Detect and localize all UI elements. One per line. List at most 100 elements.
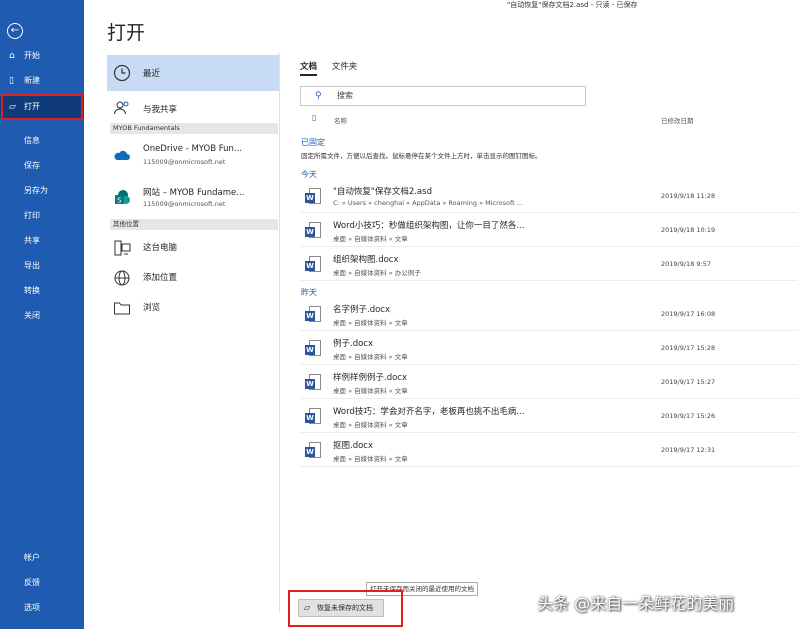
file-path: 桌面 » 自媒体资料 » 文章 <box>333 353 408 361</box>
nav-label: 关闭 <box>24 311 40 320</box>
nav-item-new[interactable]: ▯ 新建 <box>0 70 84 92</box>
location-label: 最近 <box>143 69 161 79</box>
nav-label: 信息 <box>24 136 40 145</box>
nav-item-save[interactable]: 保存 <box>0 155 84 177</box>
onedrive-cloud-icon <box>114 150 130 160</box>
file-name: 样例样例例子.docx <box>333 373 408 383</box>
file-row[interactable]: W 例子.docx 桌面 » 自媒体资料 » 文章 2019/9/17 15:2… <box>300 332 798 365</box>
folder-icon <box>114 302 130 315</box>
word-doc-icon: W <box>305 374 321 392</box>
file-name: 抠图.docx <box>333 441 374 451</box>
nav-label: 共享 <box>24 236 40 245</box>
sharepoint-icon: S <box>115 190 130 205</box>
file-name: Word技巧：学会对齐名字，老板再也挑不出毛病... <box>333 407 525 417</box>
column-date[interactable]: 已修改日期 <box>661 115 694 125</box>
file-row[interactable]: W "自动恢复"保存文档2.asd C: » Users » chenghai … <box>300 180 798 213</box>
word-doc-icon: W <box>305 188 321 206</box>
location-add-place[interactable]: 添加位置 <box>107 265 279 293</box>
location-shared[interactable]: 与我共享 <box>107 95 279 125</box>
file-row[interactable]: W 抠图.docx 桌面 » 自媒体资料 » 文章 2019/9/17 12:3… <box>300 434 798 467</box>
file-path: 桌面 » 自媒体资料 » 文章 <box>333 387 408 395</box>
onedrive-email: 115009@onmicrosoft.net <box>143 158 226 166</box>
word-doc-icon: W <box>305 256 321 274</box>
file-date: 2019/9/17 16:08 <box>661 310 716 318</box>
file-date: 2019/9/18 11:28 <box>661 192 716 200</box>
file-date: 2019/9/18 10:19 <box>661 226 716 234</box>
file-path: 桌面 » 自媒体资料 » 文章 <box>333 235 408 243</box>
location-onedrive[interactable]: OneDrive - MYOB Fun... 115009@onmicrosof… <box>107 139 279 173</box>
site-email: 115009@onmicrosoft.net <box>143 200 226 208</box>
file-row[interactable]: W Word小技巧：秒做组织架构图，让你一目了然各... 桌面 » 自媒体资料 … <box>300 214 798 247</box>
location-label: 这台电脑 <box>143 243 178 253</box>
today-heading: 今天 <box>301 170 317 179</box>
file-path: 桌面 » 自媒体资料 » 办公例子 <box>333 269 421 277</box>
clock-icon <box>113 64 131 82</box>
watermark: 头条 @来自一朵鲜花的美丽 <box>537 594 735 613</box>
people-icon <box>114 101 129 115</box>
globe-add-icon <box>114 270 130 286</box>
column-name[interactable]: 名称 <box>334 115 347 125</box>
window-title: "自动恢复"保存文档2.asd - 只读 - 已保存 <box>507 1 638 9</box>
nav-item-options[interactable]: 选项 <box>0 597 84 619</box>
nav-label: 新建 <box>24 76 40 85</box>
file-name: 名字例子.docx <box>333 305 391 315</box>
nav-item-save-as[interactable]: 另存为 <box>0 180 84 202</box>
file-name: 组织架构图.docx <box>333 255 399 265</box>
back-arrow-icon[interactable]: ← <box>7 23 23 39</box>
word-open-backstage: ← ⌂ 开始 ▯ 新建 ▱ 打开 信息 保存 另存为 打印 共享 导出 转换 关… <box>0 0 800 629</box>
nav-label: 保存 <box>24 161 40 170</box>
search-input[interactable]: ⚲ 搜索 <box>300 86 586 106</box>
site-name: 网站 – MYOB Fundame... <box>143 188 245 198</box>
location-label: 与我共享 <box>143 105 178 115</box>
nav-label: 导出 <box>24 261 40 270</box>
nav-label: 帐户 <box>24 553 40 562</box>
nav-label: 打印 <box>24 211 40 220</box>
nav-item-print[interactable]: 打印 <box>0 205 84 227</box>
file-date: 2019/9/17 15:27 <box>661 378 716 386</box>
location-browse[interactable]: 浏览 <box>107 295 279 323</box>
backstage-nav: ← ⌂ 开始 ▯ 新建 ▱ 打开 信息 保存 另存为 打印 共享 导出 转换 关… <box>0 0 84 629</box>
location-this-pc[interactable]: 这台电脑 <box>107 235 279 263</box>
nav-item-feedback[interactable]: 反馈 <box>0 572 84 594</box>
nav-item-account[interactable]: 帐户 <box>0 547 84 569</box>
location-sharepoint-site[interactable]: S 网站 – MYOB Fundame... 115009@onmicrosof… <box>107 181 279 215</box>
tab-documents[interactable]: 文档 <box>300 60 318 76</box>
recover-highlight-box <box>288 590 403 627</box>
nav-label: 转换 <box>24 286 40 295</box>
nav-item-close[interactable]: 关闭 <box>0 305 84 327</box>
file-path: 桌面 » 自媒体资料 » 文章 <box>333 421 408 429</box>
word-doc-icon: W <box>305 340 321 358</box>
search-icon: ⚲ <box>315 91 322 101</box>
tab-folders[interactable]: 文件夹 <box>332 60 358 72</box>
nav-item-export[interactable]: 导出 <box>0 255 84 277</box>
nav-item-home[interactable]: ⌂ 开始 <box>0 45 84 67</box>
onedrive-name: OneDrive - MYOB Fun... <box>143 144 243 154</box>
location-label: 浏览 <box>143 303 161 313</box>
column-headers: ▯ 名称 已修改日期 <box>300 113 798 127</box>
pinned-heading: 已固定 <box>301 138 325 147</box>
column-divider <box>279 53 280 613</box>
new-doc-icon: ▯ <box>9 76 14 86</box>
file-path: 桌面 » 自媒体资料 » 文章 <box>333 455 408 463</box>
file-row[interactable]: W 组织架构图.docx 桌面 » 自媒体资料 » 办公例子 2019/9/18… <box>300 248 798 281</box>
home-icon: ⌂ <box>9 51 15 61</box>
file-date: 2019/9/17 15:26 <box>661 412 716 420</box>
file-row[interactable]: W Word技巧：学会对齐名字，老板再也挑不出毛病... 桌面 » 自媒体资料 … <box>300 400 798 433</box>
file-path: 桌面 » 自媒体资料 » 文章 <box>333 319 408 327</box>
location-recent[interactable]: 最近 <box>107 55 279 91</box>
file-row[interactable]: W 样例样例例子.docx 桌面 » 自媒体资料 » 文章 2019/9/17 … <box>300 366 798 399</box>
pinned-description: 固定所需文件，方便以后查找。鼠标悬停在某个文件上方时，单击显示的图钉图标。 <box>301 152 542 160</box>
file-name: "自动恢复"保存文档2.asd <box>333 187 432 197</box>
file-date: 2019/9/17 12:31 <box>661 446 716 454</box>
file-date: 2019/9/17 15:28 <box>661 344 716 352</box>
word-doc-icon: W <box>305 222 321 240</box>
nav-item-convert[interactable]: 转换 <box>0 280 84 302</box>
word-doc-icon: W <box>305 408 321 426</box>
file-row[interactable]: W 名字例子.docx 桌面 » 自媒体资料 » 文章 2019/9/17 16… <box>300 298 798 331</box>
nav-label: 反馈 <box>24 578 40 587</box>
nav-item-info[interactable]: 信息 <box>0 130 84 152</box>
file-type-icon: ▯ <box>312 113 317 122</box>
word-doc-icon: W <box>305 306 321 324</box>
nav-item-share[interactable]: 共享 <box>0 230 84 252</box>
section-header-other: 其他位置 <box>110 219 278 230</box>
